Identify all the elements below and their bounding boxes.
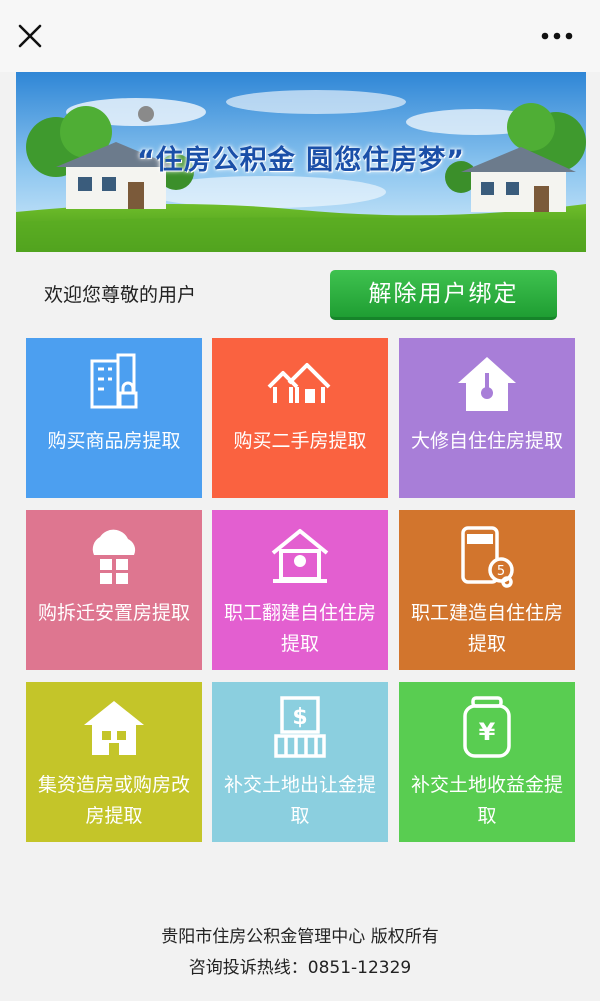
house-fund-icon bbox=[26, 696, 202, 760]
tile-label: 职工建造自住住房提取 bbox=[410, 602, 563, 655]
houses-icon bbox=[212, 352, 388, 416]
footer: 贵阳市住房公积金管理中心 版权所有 咨询投诉热线：0851-12329 bbox=[0, 922, 600, 984]
tile-land-transfer-fee[interactable]: $ 补交土地出让金提取 bbox=[212, 682, 388, 842]
banner: “住房公积金 圆您住房梦” bbox=[16, 72, 586, 252]
cloud-window-icon bbox=[26, 524, 202, 588]
tile-worker-build-house[interactable]: 5 职工建造自住住房提取 bbox=[399, 510, 575, 670]
tile-buy-commercial-house[interactable]: 购买商品房提取 bbox=[26, 338, 202, 498]
svg-text:$: $ bbox=[292, 705, 307, 730]
building-lock-icon bbox=[26, 352, 202, 416]
tile-resettlement-house[interactable]: 购拆迁安置房提取 bbox=[26, 510, 202, 670]
yen-bag-icon: ¥ bbox=[399, 696, 575, 760]
tile-label: 购买二手房提取 bbox=[233, 430, 367, 452]
welcome-text: 欢迎您尊敬的用户 bbox=[44, 284, 197, 306]
close-icon[interactable] bbox=[14, 20, 46, 52]
tile-label: 购拆迁安置房提取 bbox=[37, 602, 190, 624]
svg-text:5: 5 bbox=[497, 564, 505, 579]
house-repair-icon bbox=[399, 352, 575, 416]
tile-worker-rebuild-house[interactable]: 职工翻建自住住房提取 bbox=[212, 510, 388, 670]
tile-label: 职工翻建自住住房提取 bbox=[223, 602, 376, 655]
tile-label: 补交土地出让金提取 bbox=[223, 774, 376, 827]
tile-house-repair[interactable]: 大修自住住房提取 bbox=[399, 338, 575, 498]
tile-fund-raise-house[interactable]: 集资造房或购房改房提取 bbox=[26, 682, 202, 842]
tile-label: 购买商品房提取 bbox=[47, 430, 181, 452]
svg-text:¥: ¥ bbox=[479, 718, 496, 746]
phone-coin-icon: 5 bbox=[399, 524, 575, 588]
top-bar bbox=[0, 0, 600, 72]
tile-buy-second-hand-house[interactable]: 购买二手房提取 bbox=[212, 338, 388, 498]
hotline-text: 咨询投诉热线：0851-12329 bbox=[188, 958, 412, 978]
tile-label: 补交土地收益金提取 bbox=[410, 774, 563, 827]
unbind-user-button[interactable]: 解除用户绑定 bbox=[330, 270, 557, 320]
house-rebuild-icon bbox=[212, 524, 388, 588]
receipt-dollar-icon: $ bbox=[212, 696, 388, 760]
more-dots-icon[interactable] bbox=[536, 22, 578, 50]
tile-land-income-fee[interactable]: ¥ 补交土地收益金提取 bbox=[399, 682, 575, 842]
copyright-text: 贵阳市住房公积金管理中心 版权所有 bbox=[161, 927, 439, 947]
tile-label: 集资造房或购房改房提取 bbox=[37, 774, 190, 827]
banner-slogan: “住房公积金 圆您住房梦” bbox=[137, 145, 465, 176]
tile-label: 大修自住住房提取 bbox=[410, 430, 563, 452]
